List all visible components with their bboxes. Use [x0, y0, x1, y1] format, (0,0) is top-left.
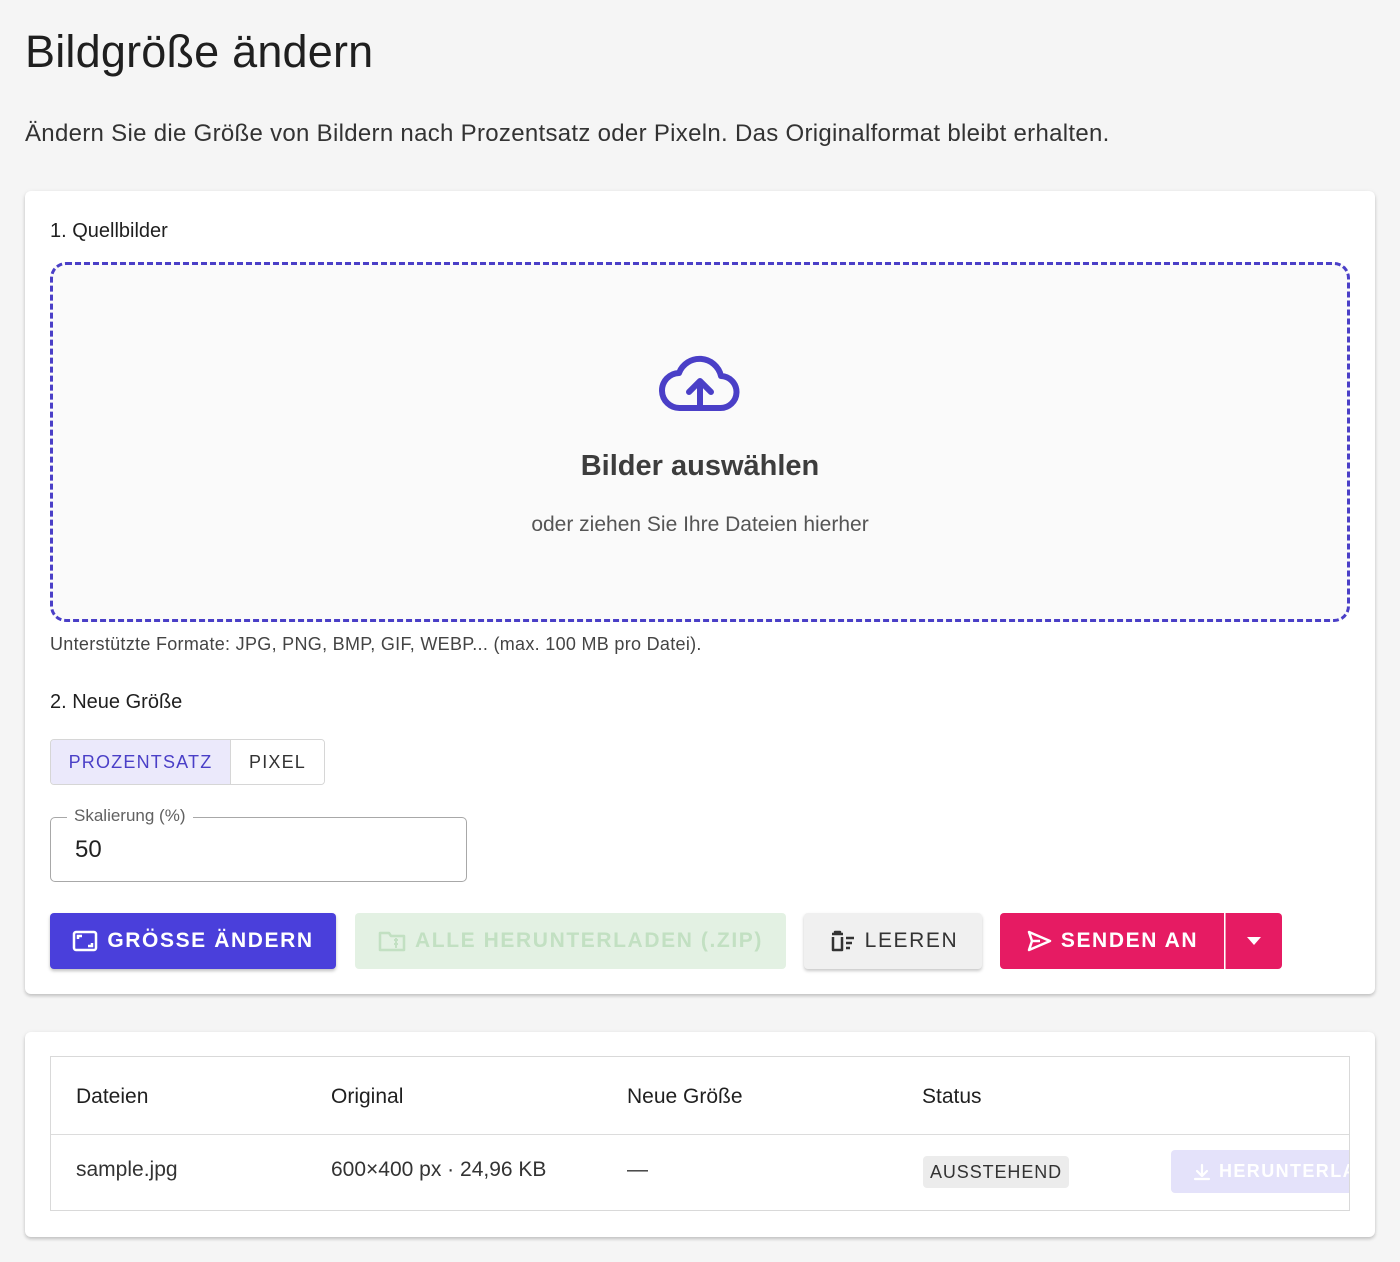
column-header-original: Original: [331, 1085, 404, 1108]
column-header-new-size: Neue Größe: [627, 1085, 743, 1108]
download-file-button[interactable]: HERUNTERLADEN: [1171, 1150, 1349, 1193]
resize-card: 1. Quellbilder Bilder auswählen oder zie…: [25, 191, 1375, 994]
scale-field-label: Skalierung (%): [67, 806, 193, 826]
cell-original-size: 600×400 px · 24,96 KB: [331, 1158, 547, 1181]
mode-percent-button[interactable]: PROZENTSATZ: [51, 740, 230, 784]
download-icon: [1193, 1163, 1211, 1180]
page-title: Bildgröße ändern: [25, 26, 374, 77]
column-header-files: Dateien: [76, 1085, 149, 1108]
file-dropzone[interactable]: Bilder auswählen oder ziehen Sie Ihre Da…: [50, 262, 1350, 622]
files-table: Dateien Original Neue Größe Status sampl…: [50, 1056, 1350, 1211]
send-icon: [1027, 930, 1052, 952]
size-section-label: 2. Neue Größe: [50, 691, 183, 713]
download-file-label: HERUNTERLADEN: [1219, 1161, 1349, 1181]
clear-button-label: LEEREN: [864, 929, 959, 952]
page-description: Ändern Sie die Größe von Bildern nach Pr…: [25, 120, 1110, 147]
resize-icon: [73, 930, 98, 952]
send-to-menu-button[interactable]: [1225, 913, 1282, 969]
files-card: Dateien Original Neue Größe Status sampl…: [25, 1032, 1375, 1237]
cell-new-size: —: [627, 1158, 648, 1181]
download-all-zip-button[interactable]: ALLE HERUNTERLADEN (.ZIP): [355, 913, 786, 969]
status-badge: AUSSTEHEND: [923, 1156, 1070, 1188]
resize-button[interactable]: GRÖSSE ÄNDERN: [50, 913, 336, 969]
send-to-button[interactable]: SENDEN AN: [1000, 913, 1224, 969]
dropzone-title: Bilder auswählen: [580, 449, 820, 482]
clear-list-icon: [831, 930, 854, 952]
mode-pixel-button[interactable]: PIXEL: [230, 740, 324, 784]
column-header-status: Status: [922, 1085, 982, 1108]
send-to-label: SENDEN AN: [1060, 929, 1199, 952]
cloud-upload-icon: [659, 355, 740, 411]
header-divider: [51, 1134, 1349, 1135]
cell-file-name: sample.jpg: [76, 1158, 178, 1181]
formats-note: Unterstützte Formate: JPG, PNG, BMP, GIF…: [50, 634, 702, 654]
dropzone-subtitle: oder ziehen Sie Ihre Dateien hierher: [531, 512, 869, 536]
clear-button[interactable]: LEEREN: [804, 913, 982, 969]
caret-down-icon: [1247, 937, 1261, 945]
scale-percent-field[interactable]: Skalierung (%) 50: [50, 806, 467, 882]
folder-zip-icon: [378, 931, 406, 952]
resize-button-label: GRÖSSE ÄNDERN: [107, 929, 314, 952]
download-all-label: ALLE HERUNTERLADEN (.ZIP): [415, 929, 763, 952]
scale-field-value[interactable]: 50: [75, 836, 102, 864]
source-section-label: 1. Quellbilder: [50, 220, 168, 242]
resize-mode-toggle: PROZENTSATZ PIXEL: [50, 739, 325, 785]
